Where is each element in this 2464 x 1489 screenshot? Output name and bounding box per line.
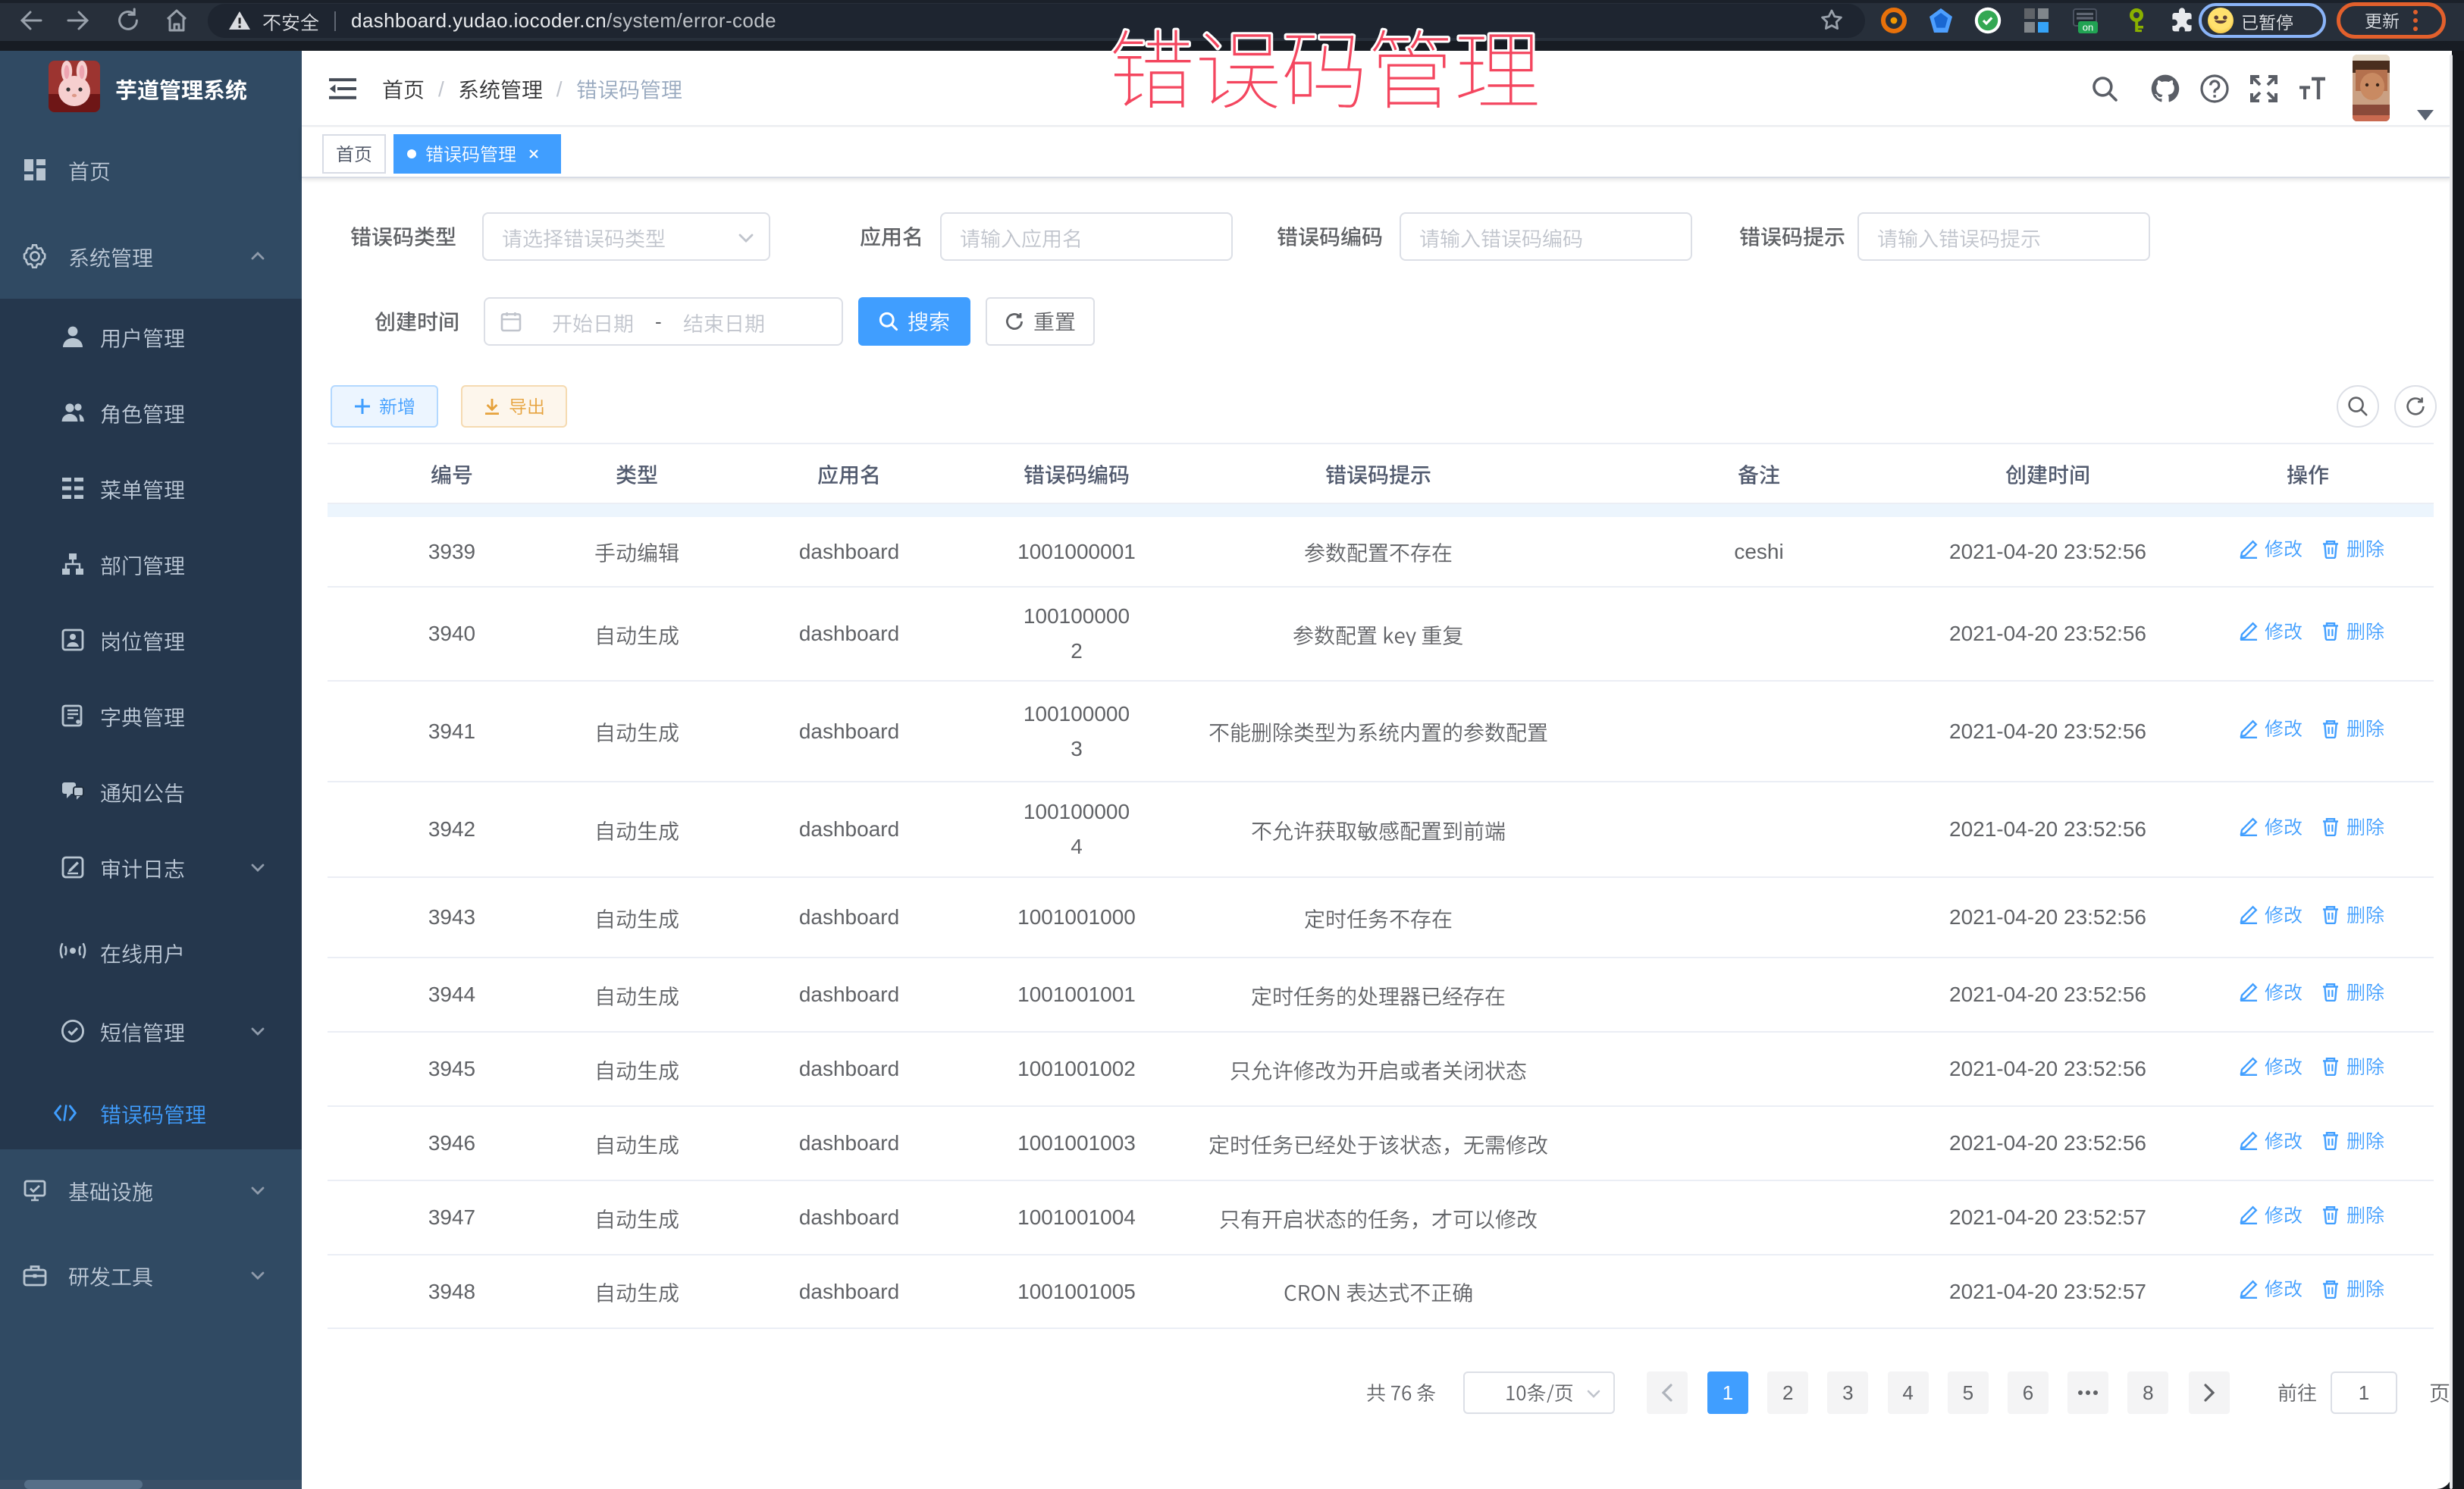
svg-text:on: on [2083, 21, 2093, 33]
